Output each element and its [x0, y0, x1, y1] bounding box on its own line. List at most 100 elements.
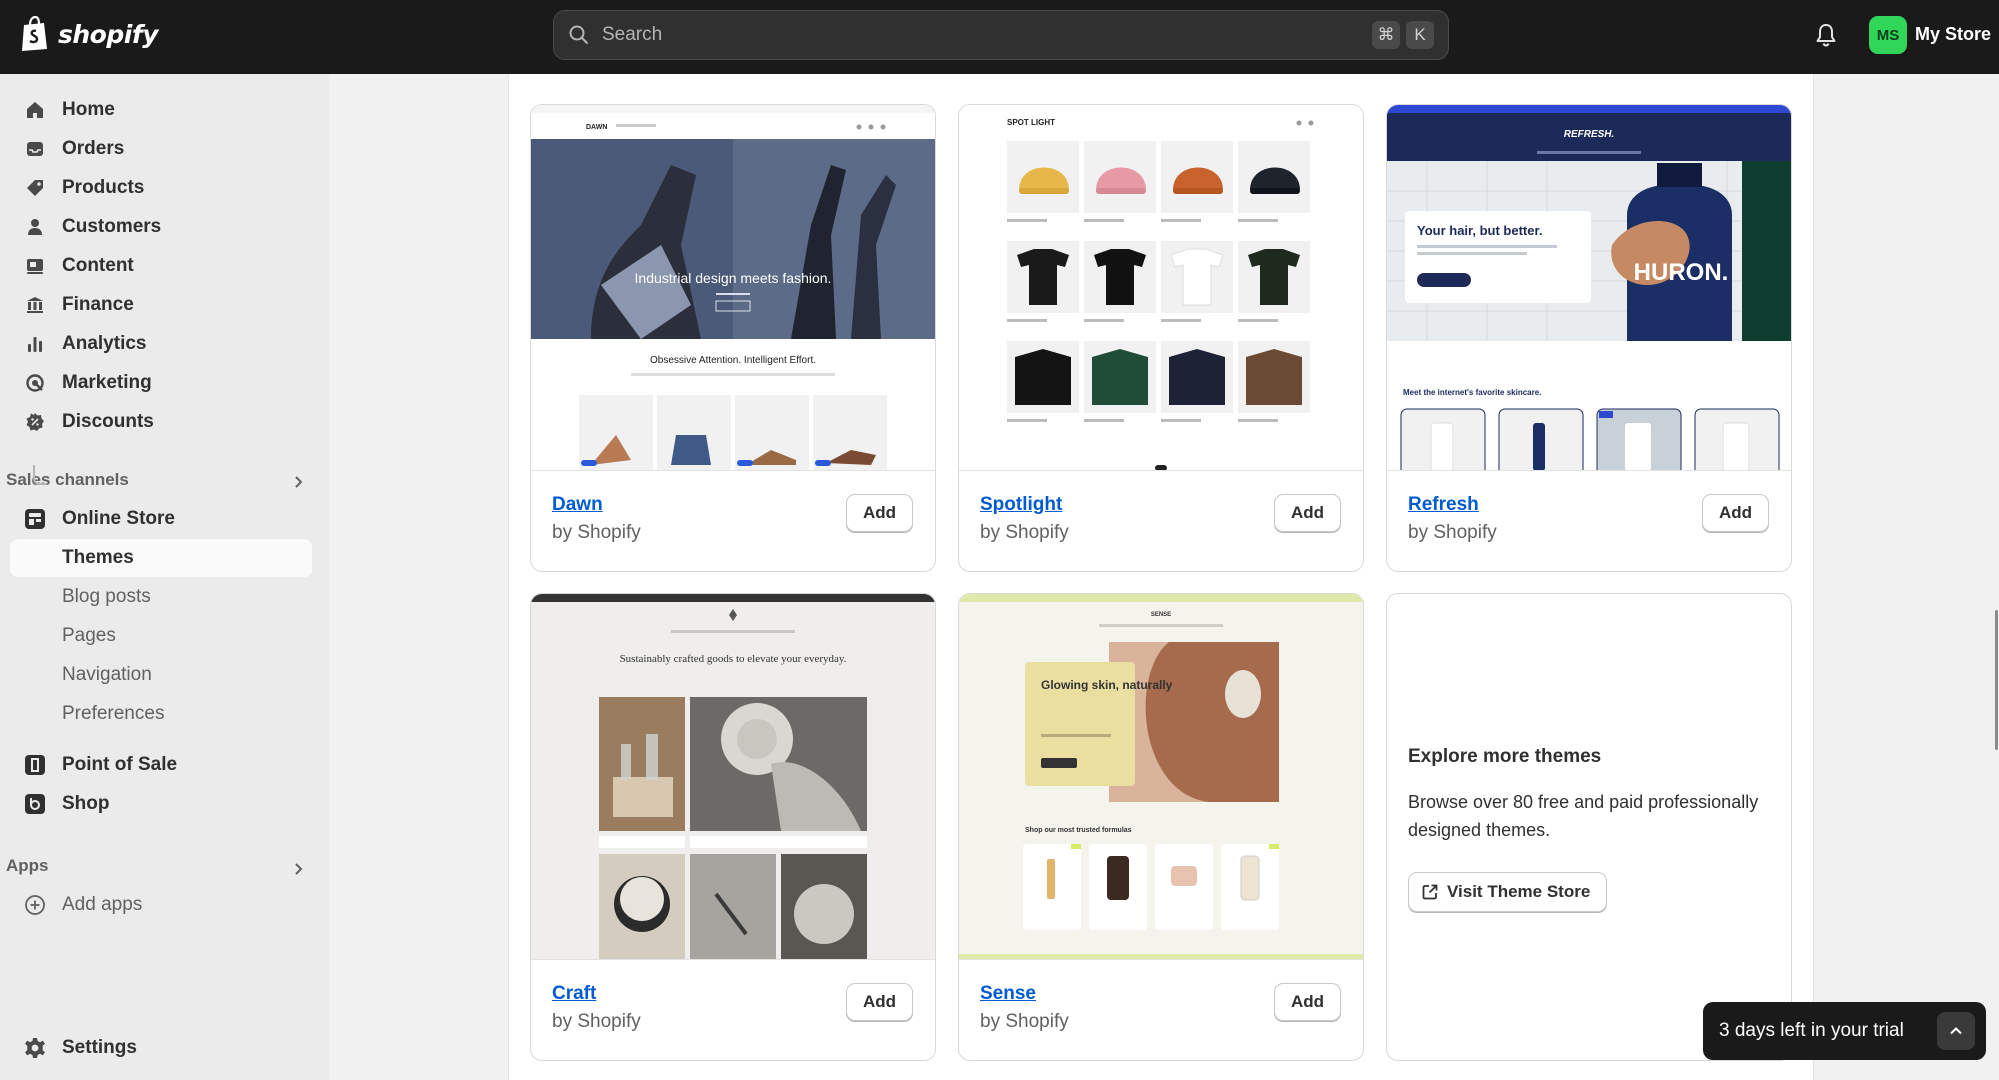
command-key-badge: ⌘	[1372, 21, 1400, 49]
avatar[interactable]: MS	[1869, 16, 1907, 54]
sidebar-item-navigation[interactable]: Navigation	[10, 656, 312, 694]
sidebar-item-label: Products	[62, 177, 145, 198]
sidebar-item-customers[interactable]: Customers	[10, 208, 312, 246]
gear-icon	[24, 1037, 46, 1059]
sense-hero-text: Glowing skin, naturally	[1041, 678, 1173, 692]
sidebar-item-marketing[interactable]: Marketing	[10, 364, 312, 402]
sidebar-item-label: Preferences	[62, 703, 165, 724]
store-icon	[24, 508, 46, 530]
sidebar-item-label: Blog posts	[62, 586, 151, 607]
person-icon	[24, 216, 46, 238]
theme-name-link[interactable]: Spotlight	[980, 494, 1062, 516]
trial-text: 3 days left in your trial	[1719, 1020, 1904, 1041]
theme-preview-craft[interactable]: Sustainably crafted goods to elevate you…	[531, 594, 935, 960]
add-theme-button[interactable]: Add	[846, 983, 913, 1021]
sidebar-item-products[interactable]: Products	[10, 169, 312, 207]
refresh-bottle-text: HURON.	[1634, 259, 1729, 286]
sidebar-item-analytics[interactable]: Analytics	[10, 325, 312, 363]
scrollbar[interactable]	[1995, 610, 1998, 750]
theme-card-dawn: DAWN Industrial design meets fashion. Ob…	[530, 104, 936, 572]
add-theme-button[interactable]: Add	[846, 494, 913, 532]
dawn-tagline-text: Obsessive Attention. Intelligent Effort.	[650, 355, 816, 366]
theme-author: by Shopify	[552, 1011, 641, 1032]
apps-heading[interactable]: Apps	[6, 856, 49, 876]
external-link-icon	[1422, 884, 1438, 900]
theme-name-link[interactable]: Refresh	[1408, 494, 1479, 516]
explore-description: Browse over 80 free and paid professiona…	[1408, 792, 1759, 840]
discount-icon	[24, 411, 46, 433]
sidebar-item-label: Content	[62, 255, 134, 276]
tag-icon	[24, 177, 46, 199]
sidebar-item-label: Navigation	[62, 664, 152, 685]
theme-preview-spotlight[interactable]: SPOT LIGHT	[959, 105, 1363, 471]
sidebar-item-pages[interactable]: Pages	[10, 617, 312, 655]
refresh-hero-text: Your hair, but better.	[1417, 223, 1542, 238]
search-bar[interactable]: Search ⌘ K	[553, 10, 1449, 60]
sidebar-item-settings[interactable]: Settings	[10, 1029, 312, 1067]
theme-preview-dawn[interactable]: DAWN Industrial design meets fashion. Ob…	[531, 105, 935, 471]
theme-preview-sense[interactable]: SENSE Glowing skin, naturally Shop our m…	[959, 594, 1363, 960]
refresh-brand-text: REFRESH.	[1564, 129, 1615, 140]
explore-themes-card: Explore more themes Browse over 80 free …	[1386, 593, 1792, 1061]
sidebar-item-home[interactable]: Home	[10, 91, 312, 129]
sidebar-item-orders[interactable]: Orders	[10, 130, 312, 168]
home-icon	[24, 99, 46, 121]
sidebar-item-label: Analytics	[62, 333, 147, 354]
sidebar-item-preferences[interactable]: Preferences	[10, 695, 312, 733]
sidebar-item-label: Online Store	[62, 508, 175, 529]
k-key-badge: K	[1406, 21, 1434, 49]
shopify-bag-icon	[22, 16, 47, 51]
refresh-section-text: Meet the internet's favorite skincare.	[1403, 388, 1541, 397]
visit-theme-store-button[interactable]: Visit Theme Store	[1408, 872, 1608, 912]
theme-card-craft: Sustainably crafted goods to elevate you…	[530, 593, 936, 1061]
sidebar-item-point-of-sale[interactable]: Point of Sale	[10, 746, 312, 784]
sidebar-item-label: Finance	[62, 294, 134, 315]
bank-icon	[24, 294, 46, 316]
theme-card-refresh: REFRESH. HURON. Your hair, but better. M…	[1386, 104, 1792, 572]
inbox-icon	[24, 138, 46, 160]
sidebar-item-label: Customers	[62, 216, 162, 237]
sidebar-item-add-apps[interactable]: Add apps	[10, 886, 312, 924]
chevron-up-icon[interactable]	[1937, 1012, 1975, 1050]
sidebar-item-label: Orders	[62, 138, 125, 159]
chevron-right-icon[interactable]	[290, 474, 306, 490]
theme-name-link[interactable]: Dawn	[552, 494, 603, 516]
sidebar-item-label: Settings	[62, 1037, 137, 1058]
trial-banner[interactable]: 3 days left in your trial	[1703, 1002, 1986, 1060]
theme-preview-refresh[interactable]: REFRESH. HURON. Your hair, but better. M…	[1387, 105, 1791, 471]
sidebar-item-online-store[interactable]: Online Store	[10, 500, 312, 538]
shopify-wordmark: shopify	[58, 19, 159, 49]
sidebar-item-blog-posts[interactable]: Blog posts	[10, 578, 312, 616]
sidebar-item-label: Home	[62, 99, 115, 120]
theme-author: by Shopify	[552, 522, 641, 543]
sidebar-item-label: Themes	[62, 547, 134, 568]
sales-channels-heading[interactable]: Sales channels	[6, 470, 129, 490]
sidebar-item-label: Marketing	[62, 372, 152, 393]
bell-icon[interactable]	[1813, 22, 1839, 48]
shopify-logo[interactable]: shopify	[20, 16, 159, 52]
bar-chart-icon	[24, 333, 46, 355]
add-theme-button[interactable]: Add	[1702, 494, 1769, 532]
theme-name-link[interactable]: Sense	[980, 983, 1036, 1005]
theme-card-spotlight: SPOT LIGHT Spotlight by Shopify Add	[958, 104, 1364, 572]
add-theme-button[interactable]: Add	[1274, 494, 1341, 532]
craft-hero-text: Sustainably crafted goods to elevate you…	[620, 653, 847, 665]
theme-author: by Shopify	[980, 1011, 1069, 1032]
sidebar-item-shop[interactable]: Shop	[10, 785, 312, 823]
dawn-brand-text: DAWN	[586, 124, 607, 131]
add-theme-button[interactable]: Add	[1274, 983, 1341, 1021]
content-icon	[24, 255, 46, 277]
store-name[interactable]: My Store	[1915, 24, 1991, 45]
visit-theme-store-label: Visit Theme Store	[1447, 882, 1591, 901]
sidebar-item-discounts[interactable]: Discounts	[10, 403, 312, 441]
pos-icon	[24, 754, 46, 776]
spotlight-brand-text: SPOT LIGHT	[1007, 118, 1055, 127]
plus-circle-icon	[24, 894, 46, 916]
sense-section-text: Shop our most trusted formulas	[1025, 827, 1132, 834]
sidebar-item-content[interactable]: Content	[10, 247, 312, 285]
theme-name-link[interactable]: Craft	[552, 983, 596, 1005]
sidebar-item-themes[interactable]: Themes	[10, 539, 312, 577]
sidebar-item-finance[interactable]: Finance	[10, 286, 312, 324]
dawn-hero-text: Industrial design meets fashion.	[635, 270, 832, 286]
chevron-right-icon[interactable]	[290, 861, 306, 877]
